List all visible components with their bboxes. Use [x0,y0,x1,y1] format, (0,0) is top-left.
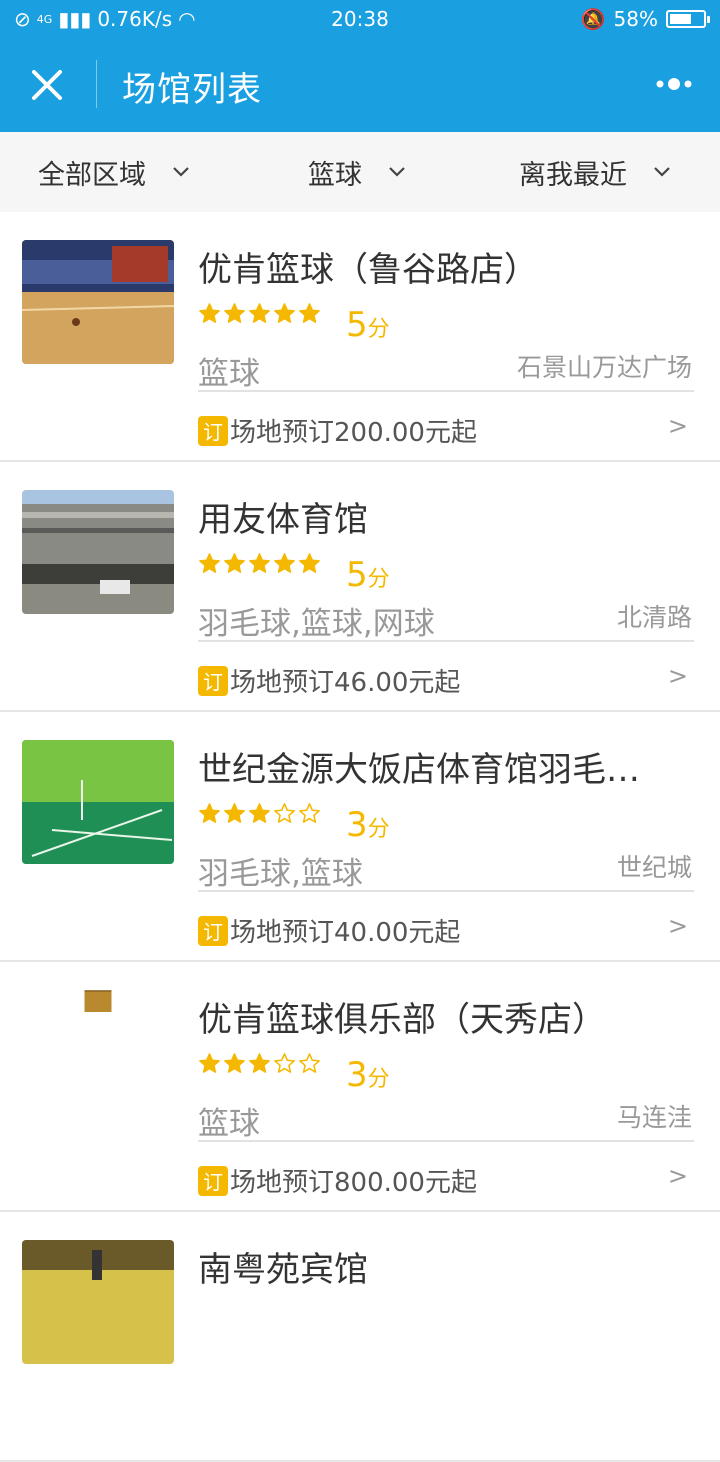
venue-location: 石景山万达广场 [516,353,692,382]
venue-photo [22,740,174,864]
chevron-right-icon[interactable]: > [668,912,688,940]
star-filled-icon [274,303,295,323]
venue-sports: 篮球 [198,356,260,392]
filter-sort-label: 离我最近 [519,159,627,191]
item-divider [198,640,694,642]
venue-item[interactable]: 用友体育馆 5分 羽毛球,篮球,网球 北清路 订 场地预订46.00元起 > [0,462,720,712]
chevron-down-icon [173,167,189,177]
venue-score: 5分 [346,305,390,345]
star-filled-icon [199,303,220,323]
venue-name: 世纪金源大饭店体育馆羽毛… [198,750,640,790]
star-filled-icon [224,553,245,573]
book-badge: 订 [198,665,228,696]
book-badge: 订 [198,915,228,946]
book-badge: 订 [198,415,228,446]
rating-stars [198,802,321,825]
venue-location: 世纪城 [616,853,692,882]
status-bar: ⊘ 4G ▮▮▮ 0.76K/s ◠ 20:38 🔕 58% [0,0,720,38]
star-empty-icon [299,803,320,823]
venue-sports: 羽毛球,篮球 [198,856,363,892]
venue-item[interactable]: 优肯篮球（鲁谷路店） 5分 篮球 石景山万达广场 订 场地预订200.00元起 … [0,212,720,462]
chevron-right-icon[interactable]: > [668,412,688,440]
star-filled-icon [274,553,295,573]
booking-price[interactable]: 订 场地预订200.00元起 [198,412,477,449]
chevron-right-icon[interactable]: > [668,662,688,690]
item-divider [198,890,694,892]
star-filled-icon [299,303,320,323]
star-filled-icon [224,803,245,823]
venue-item[interactable]: 世纪金源大饭店体育馆羽毛… 3分 羽毛球,篮球 世纪城 订 场地预订40.00元… [0,712,720,962]
filter-area-label: 全部区域 [38,159,146,191]
venue-score: 5分 [346,555,390,595]
filter-sport[interactable]: 篮球 [308,132,406,212]
booking-price[interactable]: 订 场地预订40.00元起 [198,912,460,949]
battery-percent: 58% [613,7,658,31]
book-badge: 订 [198,1165,228,1196]
venue-score: 3分 [346,805,390,845]
venue-sports: 羽毛球,篮球,网球 [198,606,435,642]
venue-item[interactable]: 南粤苑宾馆 [0,1212,720,1462]
venue-photo [84,990,112,1012]
booking-price[interactable]: 订 场地预订800.00元起 [198,1162,477,1199]
filter-sort[interactable]: 离我最近 [519,132,671,212]
venue-name: 用友体育馆 [198,500,368,540]
star-filled-icon [199,553,220,573]
item-divider [198,390,694,392]
rating-stars [198,1052,321,1075]
star-filled-icon [199,803,220,823]
star-filled-icon [224,303,245,323]
nav-bar: 场馆列表 [0,38,720,132]
chevron-down-icon [654,167,670,177]
price-text: 场地预订200.00元起 [230,418,477,448]
venue-item[interactable]: 优肯篮球俱乐部（天秀店） 3分 篮球 马连洼 订 场地预订800.00元起 > [0,962,720,1212]
item-divider [198,1140,694,1142]
venue-name: 优肯篮球（鲁谷路店） [198,250,538,290]
price-text: 场地预订800.00元起 [230,1168,477,1198]
star-filled-icon [199,1053,220,1073]
star-filled-icon [249,803,270,823]
filter-sport-label: 篮球 [308,159,362,191]
venue-photo [22,490,174,614]
more-icon[interactable] [654,72,694,96]
star-empty-icon [299,1053,320,1073]
price-text: 场地预订46.00元起 [230,668,461,698]
bell-off-icon: 🔕 [580,7,606,31]
venue-location: 北清路 [616,603,692,632]
star-filled-icon [249,1053,270,1073]
venue-photo [22,240,174,364]
star-filled-icon [299,553,320,573]
page-title: 场馆列表 [122,70,262,110]
venue-photo [22,1240,174,1364]
nav-divider [96,60,97,108]
star-filled-icon [249,303,270,323]
star-filled-icon [224,1053,245,1073]
price-text: 场地预订40.00元起 [230,918,461,948]
battery-icon [666,10,710,28]
star-empty-icon [274,1053,295,1073]
rating-stars [198,302,321,325]
rating-stars [198,552,321,575]
venue-name: 优肯篮球俱乐部（天秀店） [198,1000,606,1040]
filter-area[interactable]: 全部区域 [38,132,190,212]
venue-location: 马连洼 [616,1103,692,1132]
star-filled-icon [249,553,270,573]
filter-bar: 全部区域 篮球 离我最近 [0,132,720,212]
star-empty-icon [274,803,295,823]
chevron-down-icon [389,167,405,177]
close-icon[interactable] [22,60,72,110]
venue-score: 3分 [346,1055,390,1095]
chevron-right-icon[interactable]: > [668,1162,688,1190]
venue-sports: 篮球 [198,1106,260,1142]
booking-price[interactable]: 订 场地预订46.00元起 [198,662,460,699]
venue-name: 南粤苑宾馆 [198,1250,368,1290]
venue-list: 优肯篮球（鲁谷路店） 5分 篮球 石景山万达广场 订 场地预订200.00元起 … [0,212,720,1462]
